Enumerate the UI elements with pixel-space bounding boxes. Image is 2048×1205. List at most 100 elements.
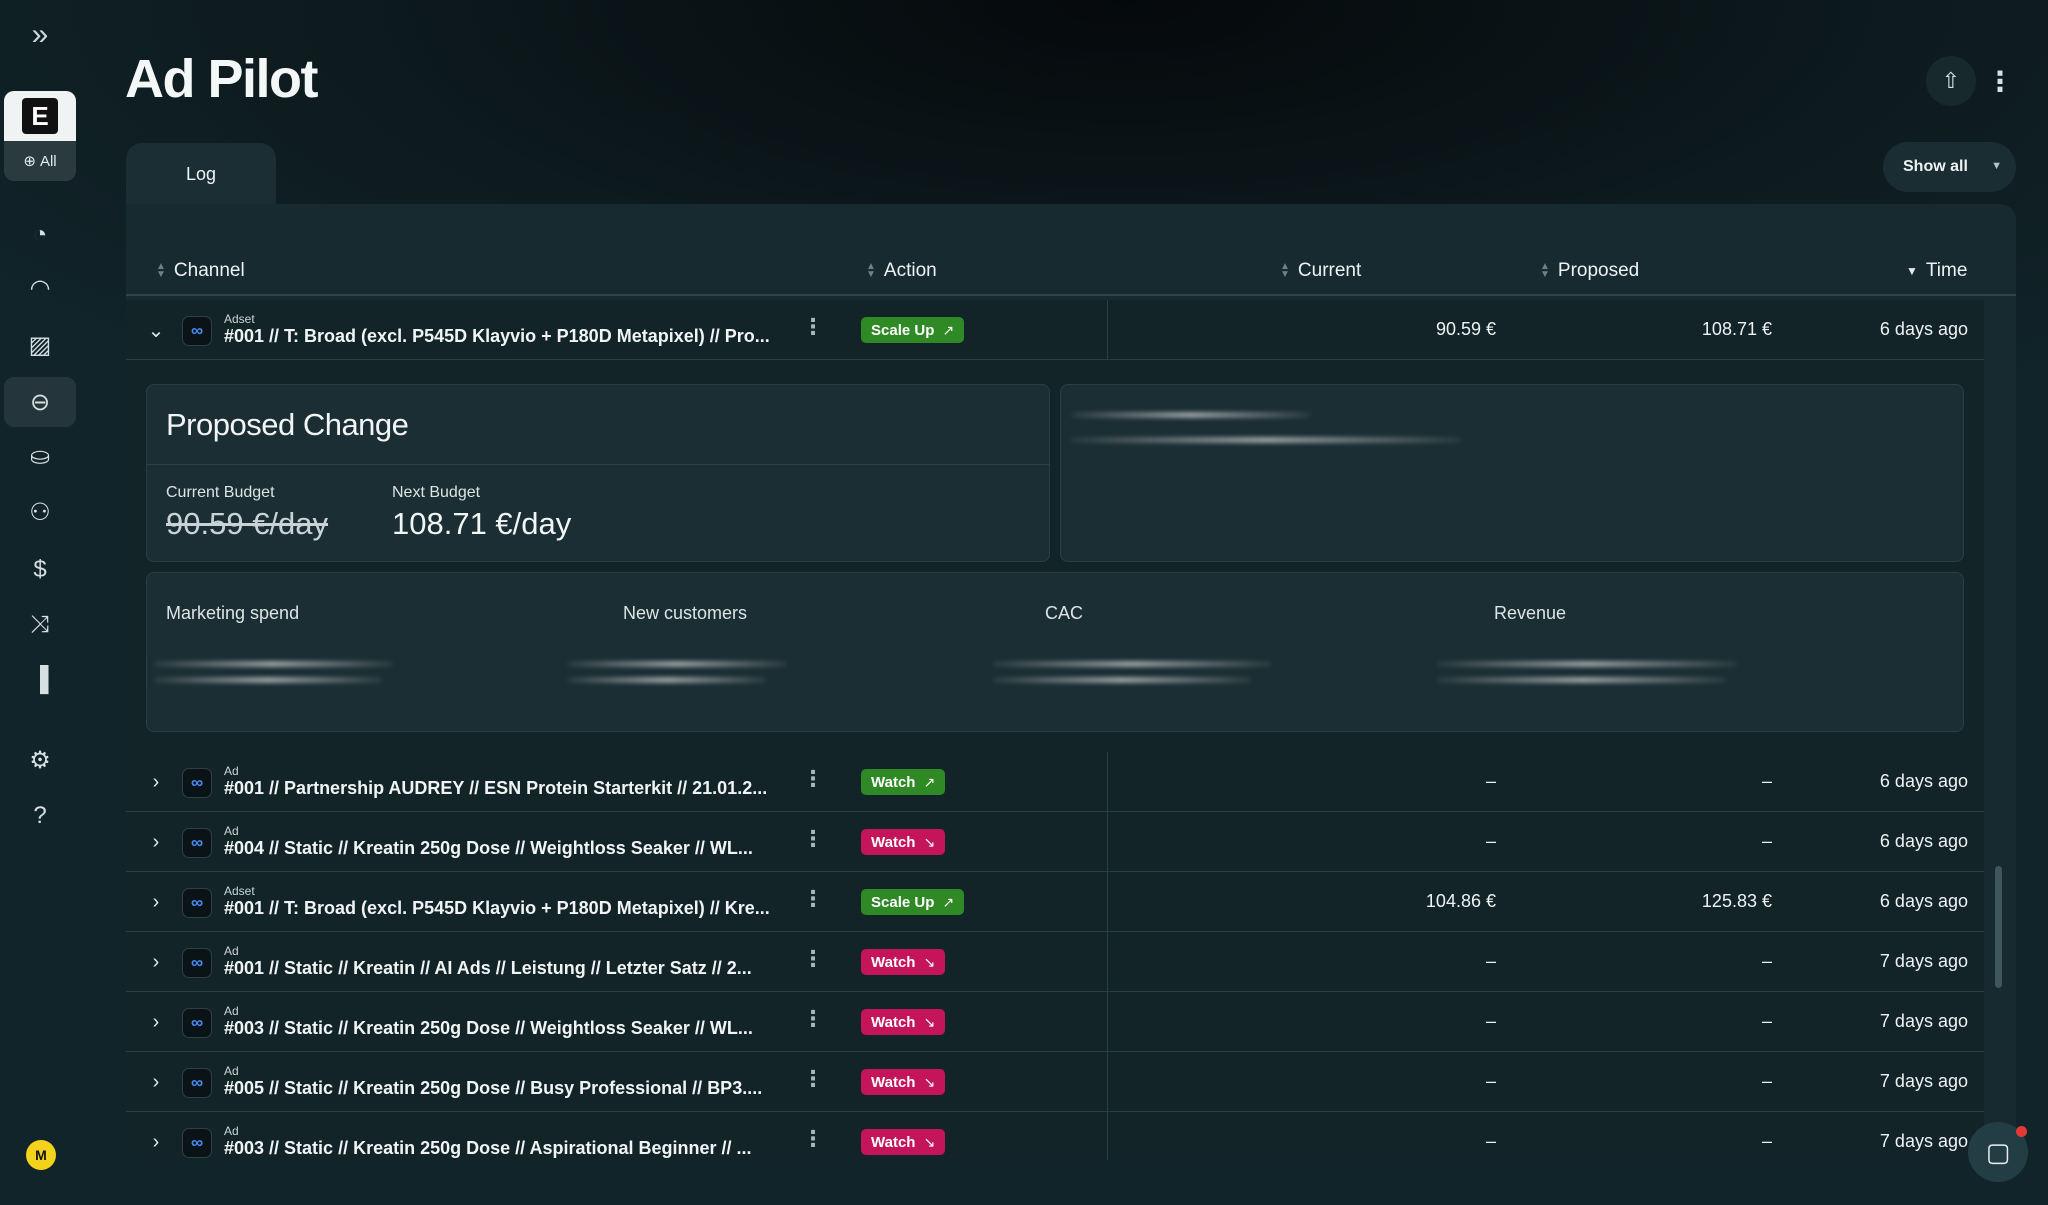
table-row[interactable]: › ∞ Ad #004 // Static // Kreatin 250g Do…	[126, 812, 1984, 872]
sort-icon: ▲ ▼	[1280, 261, 1290, 280]
globe-icon: ⊕	[23, 153, 36, 170]
meta-icon: ∞	[182, 1128, 212, 1158]
row-more-icon[interactable]: ⋮	[802, 766, 824, 792]
table-row[interactable]: › ∞ Ad #005 // Static // Kreatin 250g Do…	[126, 1052, 1984, 1112]
log-panel: ▲ ▼ Channel ▲ ▼ Action ▲ ▼ Current ▲ ▼ Proposed …	[126, 204, 2016, 1160]
blurred-content	[153, 661, 393, 667]
help-icon[interactable]: ?	[4, 791, 76, 841]
table-row[interactable]: › ∞ Ad #001 // Partnership AUDREY // ESN…	[126, 752, 1984, 812]
notification-dot	[2016, 1126, 2027, 1137]
column-proposed[interactable]: ▲ ▼ Proposed	[1540, 260, 1639, 282]
blurred-chart-card	[1060, 384, 1964, 562]
metrics-card: Marketing spend New customers CAC Revenu…	[146, 572, 1964, 732]
meta-icon: ∞	[182, 1068, 212, 1098]
row-more-icon[interactable]: ⋮	[802, 314, 824, 340]
table-row[interactable]: › ∞ Ad #003 // Static // Kreatin 250g Do…	[126, 992, 1984, 1052]
row-more-icon[interactable]: ⋮	[802, 886, 824, 912]
chevron-right-icon[interactable]: ›	[144, 770, 168, 794]
bar-chart-icon[interactable]: ▐	[4, 655, 76, 705]
coin-icon[interactable]: $	[4, 545, 76, 595]
divider	[1107, 872, 1108, 932]
divider	[1107, 300, 1108, 360]
sort-desc-icon: ▼	[1906, 264, 1918, 278]
row-more-icon[interactable]: ⋮	[802, 826, 824, 852]
blurred-content	[992, 661, 1272, 667]
row-name: #004 // Static // Kreatin 250g Dose // W…	[224, 838, 753, 858]
shuffle-icon[interactable]: ⤨	[4, 600, 76, 650]
workspace-logo: E	[4, 91, 76, 141]
column-action[interactable]: ▲ ▼ Action	[866, 260, 937, 282]
chevron-down-icon[interactable]: ⌄	[144, 318, 168, 342]
users-icon[interactable]: ⚇	[4, 487, 76, 537]
trend-up-icon: ↗	[923, 773, 936, 790]
action-badge: Watch ↘	[861, 829, 946, 855]
more-options-icon[interactable]: ⋮	[1980, 56, 2020, 106]
chevron-right-icon[interactable]: ›	[144, 950, 168, 974]
chevron-right-icon[interactable]: ›	[144, 890, 168, 914]
avatar[interactable]: M	[26, 1140, 56, 1170]
page-title: Ad Pilot	[125, 49, 318, 109]
row-more-icon[interactable]: ⋮	[802, 946, 824, 972]
trend-down-icon: ↘	[923, 833, 936, 850]
gauge-icon[interactable]: ◠	[4, 263, 76, 313]
trend-up-icon: ↗	[942, 321, 955, 338]
meta-icon: ∞	[182, 768, 212, 798]
row-name: #003 // Static // Kreatin 250g Dose // W…	[224, 1018, 753, 1038]
row-more-icon[interactable]: ⋮	[802, 1066, 824, 1092]
table-row[interactable]: › ∞ Ad #001 // Static // Kreatin // AI A…	[126, 932, 1984, 992]
table-row[interactable]: ⌄ ∞ Adset #001 // T: Broad (excl. P545D …	[126, 300, 1984, 360]
action-badge: Watch ↘	[861, 949, 946, 975]
export-button[interactable]: ⇧	[1926, 56, 1976, 106]
row-more-icon[interactable]: ⋮	[802, 1126, 824, 1152]
workspace-filter[interactable]: ⊕ All	[4, 141, 76, 181]
current-budget: 90.59 €/day	[166, 506, 329, 541]
sort-icon: ▲ ▼	[866, 261, 876, 280]
chevron-right-icon[interactable]: ›	[144, 830, 168, 854]
blurred-content	[153, 677, 383, 683]
column-time[interactable]: ▼ Time	[1906, 260, 1967, 282]
table-header: ▲ ▼ Channel ▲ ▼ Action ▲ ▼ Current ▲ ▼ Proposed …	[126, 248, 2016, 296]
double-chevron-right-icon[interactable]: »	[22, 20, 58, 50]
scrollbar[interactable]	[1995, 866, 2002, 988]
row-name: #003 // Static // Kreatin 250g Dose // A…	[224, 1138, 752, 1158]
trend-down-icon: ↘	[923, 1073, 936, 1090]
action-badge: Watch ↗	[861, 769, 946, 795]
action-badge: Watch ↘	[861, 1009, 946, 1035]
meta-icon: ∞	[182, 948, 212, 978]
column-current[interactable]: ▲ ▼ Current	[1280, 260, 1361, 282]
chat-icon: ▢	[1985, 1136, 2011, 1167]
chevron-right-icon[interactable]: ›	[144, 1010, 168, 1034]
blurred-content	[992, 677, 1252, 683]
blurred-content	[1071, 437, 1461, 443]
column-channel[interactable]: ▲ ▼ Channel	[156, 260, 245, 282]
divider	[147, 464, 1049, 465]
chevron-right-icon[interactable]: ›	[144, 1070, 168, 1094]
basket-icon[interactable]: ⛀	[4, 431, 76, 481]
pie-chart-icon[interactable]: ◔	[4, 210, 76, 260]
show-all-select[interactable]: Show all ▼	[1883, 142, 2016, 192]
proposed-change-card: Proposed Change Current Budget 90.59 €/d…	[146, 384, 1050, 562]
table-row[interactable]: › ∞ Adset #001 // T: Broad (excl. P545D …	[126, 872, 1984, 932]
row-detail: Proposed Change Current Budget 90.59 €/d…	[126, 360, 1984, 752]
row-more-icon[interactable]: ⋮	[802, 1006, 824, 1032]
table-row[interactable]: › ∞ Ad #003 // Static // Kreatin 250g Do…	[126, 1112, 1984, 1160]
row-name: #005 // Static // Kreatin 250g Dose // B…	[224, 1078, 763, 1098]
blurred-content	[1437, 661, 1737, 667]
gear-icon[interactable]: ⚙	[4, 735, 76, 785]
pilot-icon[interactable]: ⊖	[4, 377, 76, 427]
action-badge: Watch ↘	[861, 1129, 946, 1155]
chevron-right-icon[interactable]: ›	[144, 1130, 168, 1154]
tab-log[interactable]: Log	[126, 143, 276, 205]
action-badge: Watch ↘	[861, 1069, 946, 1095]
meta-icon: ∞	[182, 888, 212, 918]
image-icon[interactable]: ▨	[4, 320, 76, 370]
trend-down-icon: ↘	[923, 1133, 936, 1150]
divider	[1107, 992, 1108, 1052]
workspace-switcher[interactable]: E ⊕ All	[4, 91, 76, 181]
sort-icon: ▲ ▼	[1540, 261, 1550, 280]
sort-icon: ▲ ▼	[156, 261, 166, 280]
row-name: #001 // Partnership AUDREY // ESN Protei…	[224, 778, 768, 798]
trend-down-icon: ↘	[923, 953, 936, 970]
meta-icon: ∞	[182, 316, 212, 346]
action-badge: Scale Up ↗	[861, 889, 965, 915]
